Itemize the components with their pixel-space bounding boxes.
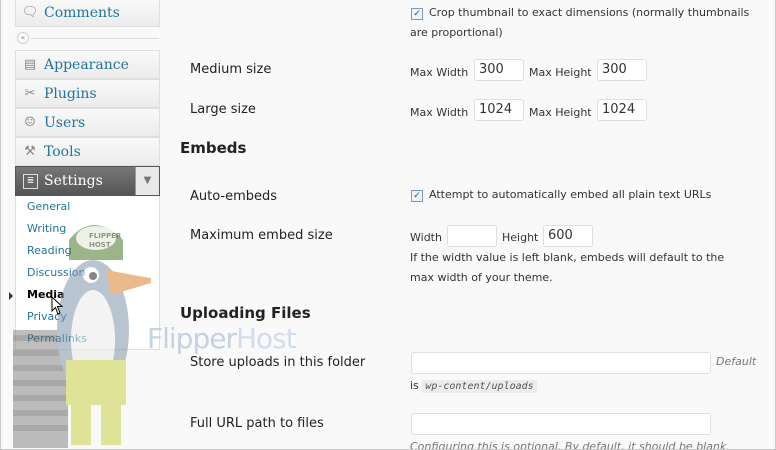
embed-width-input[interactable]	[447, 225, 497, 247]
menu-settings[interactable]: ≣ Settings ▼	[15, 166, 160, 196]
embeds-heading: Embeds	[180, 139, 247, 157]
tools-icon: ⚒	[24, 144, 36, 159]
embed-height-input[interactable]: 600	[543, 225, 593, 247]
menu-settings-label: Settings	[44, 173, 103, 189]
max-embed-size-label: Maximum embed size	[190, 228, 333, 243]
default-is-text: is wp-content/uploads	[410, 376, 537, 397]
auto-embeds-text: Attempt to automatically embed all plain…	[429, 188, 712, 201]
auto-embeds-label: Auto-embeds	[190, 189, 278, 204]
plugins-icon: ✂	[24, 86, 36, 101]
collapse-arrow-icon[interactable]: «	[17, 32, 29, 44]
menu-tools[interactable]: ⚒ Tools	[15, 137, 160, 166]
large-max-width-label: Max Width	[410, 106, 469, 119]
submenu-permalinks[interactable]: Permalinks	[27, 332, 87, 345]
menu-tools-label: Tools	[44, 143, 81, 160]
submenu-reading[interactable]: Reading	[27, 244, 72, 257]
full-url-path-help: Configuring this is optional. By default…	[410, 440, 730, 450]
embed-height-label: Height	[502, 231, 539, 244]
store-uploads-input[interactable]	[411, 352, 711, 374]
wp-admin-media-settings: 🗨 Comments « ▤ Appearance ✂ Plugins ☺ Us…	[0, 0, 776, 450]
auto-embeds-checkbox[interactable]: ✓	[411, 190, 423, 202]
flipperhost-watermark-logo: FlipperHost	[147, 322, 297, 355]
menu-comments[interactable]: 🗨 Comments	[15, 0, 160, 27]
embed-help-text-cont: max width of your theme.	[410, 271, 553, 284]
menu-plugins[interactable]: ✂ Plugins	[15, 79, 160, 108]
crop-thumbnail-label: Crop thumbnail to exact dimensions (norm…	[429, 6, 750, 19]
menu-comments-label: Comments	[44, 4, 120, 21]
collapse-divider	[31, 38, 159, 39]
medium-max-height-label: Max Height	[529, 66, 592, 79]
medium-max-height-input[interactable]: 300	[597, 59, 647, 81]
settings-icon: ≣	[23, 174, 38, 189]
current-item-arrow-icon	[9, 292, 13, 300]
settings-submenu: General Writing Reading Discussion Media…	[15, 196, 160, 350]
menu-users-label: Users	[44, 114, 86, 131]
collapse-menu[interactable]: «	[17, 32, 159, 44]
menu-users[interactable]: ☺ Users	[15, 108, 160, 137]
medium-size-label: Medium size	[190, 62, 272, 77]
menu-appearance-label: Appearance	[44, 56, 129, 73]
embed-help-text: If the width value is left blank, embeds…	[410, 251, 725, 264]
large-size-label: Large size	[190, 102, 256, 117]
appearance-icon: ▤	[23, 57, 37, 72]
submenu-general[interactable]: General	[27, 200, 70, 213]
is-word: is	[410, 379, 419, 392]
default-word: Default	[716, 355, 757, 368]
submenu-discussion[interactable]: Discussion	[27, 266, 86, 279]
menu-appearance[interactable]: ▤ Appearance	[15, 50, 160, 79]
submenu-writing[interactable]: Writing	[27, 222, 66, 235]
uploading-files-heading: Uploading Files	[180, 304, 311, 322]
full-url-path-label: Full URL path to files	[190, 416, 324, 431]
store-uploads-label: Store uploads in this folder	[190, 355, 366, 370]
menu-plugins-label: Plugins	[44, 85, 97, 102]
comments-icon: 🗨	[21, 5, 39, 20]
medium-max-width-input[interactable]: 300	[474, 59, 524, 81]
mouse-pointer-icon	[51, 296, 63, 315]
large-max-width-input[interactable]: 1024	[474, 99, 524, 121]
large-max-height-input[interactable]: 1024	[597, 99, 647, 121]
users-icon: ☺	[24, 115, 36, 130]
mascot-badge-text: FLIPPER HOST	[89, 232, 122, 249]
default-upload-path: wp-content/uploads	[422, 380, 537, 393]
settings-toggle-icon[interactable]: ▼	[135, 167, 159, 195]
crop-thumbnail-label-cont: are proportional)	[410, 26, 503, 39]
large-max-height-label: Max Height	[529, 106, 592, 119]
watermark-host: Host	[235, 322, 297, 355]
full-url-path-input[interactable]	[411, 413, 711, 435]
crop-thumbnail-checkbox[interactable]: ✓	[411, 8, 423, 20]
medium-max-width-label: Max Width	[410, 66, 469, 79]
watermark-flipper: Flipper	[147, 322, 237, 355]
embed-width-label: Width	[410, 231, 442, 244]
